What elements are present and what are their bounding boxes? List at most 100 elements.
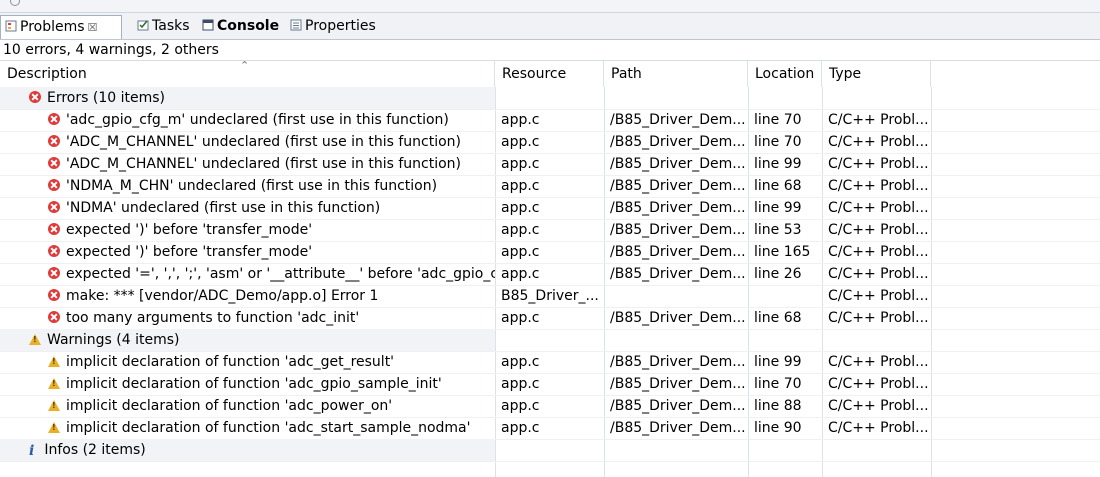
resource-text: app.c [501, 354, 540, 370]
table-row[interactable]: implicit declaration of function 'adc_po… [0, 395, 1100, 418]
warning-icon [48, 422, 60, 433]
type-text: C/C++ Probl... [828, 222, 929, 238]
cell-type: C/C++ Probl... [822, 131, 931, 153]
column-path[interactable]: Path [604, 61, 748, 87]
cell-resource: app.c [495, 395, 604, 417]
type-text: C/C++ Probl... [828, 354, 929, 370]
table-row[interactable]: 'NDMA' undeclared (first use in this fun… [0, 197, 1100, 220]
sort-ascending-icon[interactable]: ⌃ [240, 53, 249, 79]
column-description[interactable]: Description ⌃ [0, 59, 495, 87]
column-location[interactable]: Location [748, 61, 822, 87]
cell-resource: app.c [495, 351, 604, 373]
table-row[interactable]: 'ADC_M_CHANNEL' undeclared (first use in… [0, 131, 1100, 154]
cell-resource: app.c [495, 197, 604, 219]
cell-description: 'NDMA' undeclared (first use in this fun… [0, 197, 495, 219]
description-text: 'ADC_M_CHANNEL' undeclared (first use in… [66, 156, 462, 172]
description-text: 'NDMA_M_CHN' undeclared (first use in th… [66, 178, 438, 194]
description-text: implicit declaration of function 'adc_gp… [66, 376, 442, 392]
resource-text: app.c [501, 200, 540, 216]
close-icon[interactable]: ☒ [88, 21, 98, 34]
resource-text: B85_Driver_... [501, 288, 599, 304]
cell-description: expected ')' before 'transfer_mode' [0, 241, 495, 263]
column-label: Location [755, 66, 815, 82]
warning-icon [48, 378, 60, 389]
group-row[interactable]: i Infos (2 items) [0, 439, 1100, 462]
tab-properties[interactable]: Properties [286, 15, 382, 37]
type-text: C/C++ Probl... [828, 376, 929, 392]
table-row[interactable]: expected ')' before 'transfer_mode' app.c… [0, 219, 1100, 242]
column-label: Resource [502, 66, 567, 82]
cell-location: line 99 [748, 197, 822, 219]
error-icon [48, 289, 60, 301]
table-row[interactable]: expected '=', ',', ';', 'asm' or '__attr… [0, 263, 1100, 286]
cell-description: implicit declaration of function 'adc_po… [0, 395, 495, 417]
resource-text: app.c [501, 266, 540, 282]
cell-type: C/C++ Probl... [822, 197, 931, 219]
problems-table: Description ⌃ Resource Path Location Type… [0, 59, 1100, 477]
table-row[interactable]: 'adc_gpio_cfg_m' undeclared (first use i… [0, 109, 1100, 132]
group-row[interactable]: Errors (10 items) [0, 87, 1100, 110]
column-label: Type [829, 66, 862, 82]
cell-path: /B85_Driver_Dem... [604, 417, 748, 439]
cell-type: C/C++ Probl... [822, 241, 931, 263]
type-text: C/C++ Probl... [828, 266, 929, 282]
description-text: 'NDMA' undeclared (first use in this fun… [66, 200, 381, 216]
cell-description: expected '=', ',', ';', 'asm' or '__attr… [0, 263, 495, 285]
description-text: expected '=', ',', ';', 'asm' or '__attr… [66, 266, 495, 282]
path-text: /B85_Driver_Dem... [610, 134, 746, 150]
cell-description: implicit declaration of function 'adc_gp… [0, 373, 495, 395]
cell-description: 'ADC_M_CHANNEL' undeclared (first use in… [0, 153, 495, 175]
cell-type: C/C++ Probl... [822, 307, 931, 329]
cell-path: /B85_Driver_Dem... [604, 219, 748, 241]
group-cell: i Infos (2 items) [0, 439, 495, 461]
path-text: /B85_Driver_Dem... [610, 222, 746, 238]
type-text: C/C++ Probl... [828, 178, 929, 194]
cell-description: 'NDMA_M_CHN' undeclared (first use in th… [0, 175, 495, 197]
resource-text: app.c [501, 112, 540, 128]
info-icon: i [29, 443, 35, 459]
cell-description: too many arguments to function 'adc_init… [0, 307, 495, 329]
tab-label: Problems [20, 19, 85, 35]
tab-tasks[interactable]: Tasks [133, 15, 197, 37]
table-row[interactable]: implicit declaration of function 'adc_gp… [0, 373, 1100, 396]
cell-type: C/C++ Probl... [822, 395, 931, 417]
type-text: C/C++ Probl... [828, 134, 929, 150]
group-row[interactable]: Warnings (4 items) [0, 329, 1100, 352]
error-icon [29, 91, 41, 103]
location-text: line 53 [754, 222, 802, 238]
cell-description: make: *** [vendor/ADC_Demo/app.o] Error … [0, 285, 495, 307]
type-text: C/C++ Probl... [828, 244, 929, 260]
path-text: /B85_Driver_Dem... [610, 266, 746, 282]
cell-resource: app.c [495, 175, 604, 197]
path-text: /B85_Driver_Dem... [610, 398, 746, 414]
cell-resource: app.c [495, 109, 604, 131]
description-text: too many arguments to function 'adc_init… [66, 310, 360, 326]
cell-type: C/C++ Probl... [822, 417, 931, 439]
table-row[interactable]: implicit declaration of function 'adc_st… [0, 417, 1100, 440]
error-icon [48, 245, 60, 257]
column-type[interactable]: Type [822, 61, 931, 87]
warning-icon [29, 334, 41, 345]
table-row[interactable]: implicit declaration of function 'adc_ge… [0, 351, 1100, 374]
cell-type: C/C++ Probl... [822, 109, 931, 131]
location-text: line 99 [754, 354, 802, 370]
properties-icon [290, 19, 302, 31]
tab-label: Tasks [152, 18, 190, 34]
resource-text: app.c [501, 398, 540, 414]
table-row[interactable]: expected ')' before 'transfer_mode' app.c… [0, 241, 1100, 264]
cell-location: line 165 [748, 241, 822, 263]
table-row[interactable]: 'ADC_M_CHANNEL' undeclared (first use in… [0, 153, 1100, 176]
resource-text: app.c [501, 222, 540, 238]
error-icon [48, 311, 60, 323]
cell-type: C/C++ Probl... [822, 219, 931, 241]
table-row[interactable]: 'NDMA_M_CHN' undeclared (first use in th… [0, 175, 1100, 198]
tab-console[interactable]: Console [198, 15, 284, 37]
resource-text: app.c [501, 134, 540, 150]
error-icon [48, 267, 60, 279]
cell-description: implicit declaration of function 'adc_st… [0, 417, 495, 439]
tab-problems[interactable]: Problems ☒ [0, 15, 122, 39]
cell-description: expected ')' before 'transfer_mode' [0, 219, 495, 241]
table-row[interactable]: too many arguments to function 'adc_init… [0, 307, 1100, 330]
column-resource[interactable]: Resource [495, 61, 604, 87]
table-row[interactable]: make: *** [vendor/ADC_Demo/app.o] Error … [0, 285, 1100, 308]
